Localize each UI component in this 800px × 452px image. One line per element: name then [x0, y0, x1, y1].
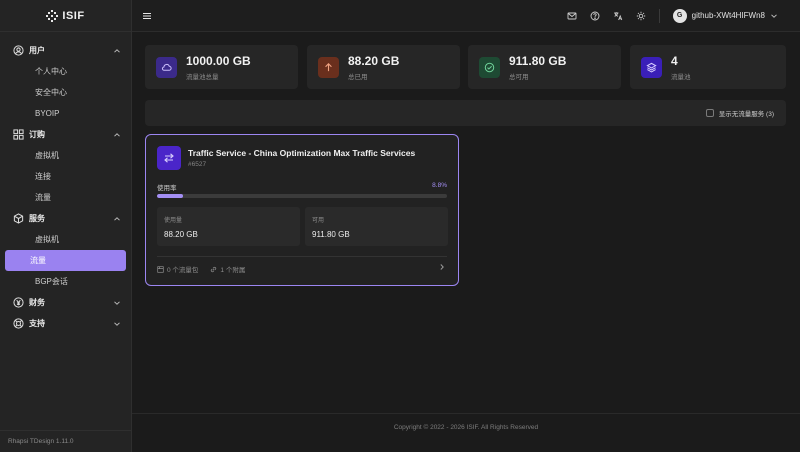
topbar-divider: [658, 8, 660, 23]
sidebar-group-label: 支持: [29, 319, 45, 328]
copyright: Copyright © 2022 - 2026 ISIF. All Rights…: [132, 413, 800, 431]
stat-icon-box: [318, 56, 339, 78]
stat-card-available: 911.80 GB 总可用: [468, 45, 621, 89]
menu-icon[interactable]: [142, 11, 152, 21]
sidebar-group-label: 财务: [29, 298, 45, 307]
service-title: Traffic Service - China Optimization Max…: [188, 148, 416, 158]
sidebar-item-security[interactable]: 安全中心: [5, 82, 126, 103]
logo-bar[interactable]: ISIF: [0, 0, 131, 32]
link-icon: [211, 266, 217, 272]
chevron-up-icon: [114, 132, 120, 137]
sidebar-item-order-traffic[interactable]: 流量: [5, 187, 126, 208]
avatar: G: [672, 8, 687, 23]
pool-count: 0 个流量包: [157, 264, 198, 274]
stat-card-used: 88.20 GB 总已用: [307, 45, 460, 89]
traffic-service-card[interactable]: Traffic Service - China Optimization Max…: [145, 134, 459, 286]
arrow-up-icon: [325, 62, 332, 71]
sidebar-item-service-traffic[interactable]: 流量: [5, 250, 126, 271]
sidebar-group-order[interactable]: 订购: [0, 124, 131, 145]
main-content: 1000.00 GB 流量池总量 88.20 GB 总已用 911.80 GB …: [132, 33, 800, 452]
translate-icon[interactable]: [613, 11, 623, 21]
service-id: #6527: [188, 161, 207, 168]
chevron-down-icon: [771, 13, 777, 18]
available-box: 可用 911.80 GB: [305, 207, 448, 246]
mail-icon[interactable]: [567, 11, 577, 21]
sidebar-group-finance[interactable]: 财务: [0, 292, 131, 313]
usage-progress-fill: [157, 194, 183, 198]
sidebar-item-byoip[interactable]: BYOIP: [5, 103, 126, 124]
sidebar-group-label: 服务: [29, 214, 45, 223]
attachment-count: 1 个附属: [210, 264, 245, 274]
version-footer: Rhapsi TDesign 1.11.0: [0, 430, 131, 452]
stat-value: 1000.00 GB: [186, 53, 251, 68]
swap-icon: [164, 153, 174, 163]
layers-icon: [646, 62, 657, 72]
package-icon: [157, 265, 164, 273]
chevron-up-icon: [114, 48, 120, 53]
user-circle-icon: [13, 45, 24, 56]
stat-icon-box: [156, 56, 177, 78]
grid-icon: [13, 129, 24, 140]
stat-card-total: 1000.00 GB 流量池总量: [145, 45, 298, 89]
sidebar-item-order-vm[interactable]: 虚拟机: [5, 145, 126, 166]
sidebar-item-profile[interactable]: 个人中心: [5, 61, 126, 82]
chevron-right-icon[interactable]: [438, 263, 446, 271]
sidebar-group-service[interactable]: 服务: [0, 208, 131, 229]
sidebar-group-user[interactable]: 用户: [0, 40, 131, 61]
topbar-actions: G github-XWt4HIFWn8: [567, 8, 800, 23]
card-divider: [157, 256, 447, 257]
service-icon-box: [157, 146, 181, 170]
sidebar-nav: 用户 个人中心 安全中心 BYOIP 订购 虚拟机 连接 流量 服务 虚拟机 流…: [0, 32, 131, 334]
show-empty-services-label[interactable]: 显示无流量服务 (3): [719, 108, 774, 118]
chevron-down-icon: [114, 300, 120, 305]
usage-progress-bar: [157, 194, 447, 198]
yen-icon: [13, 297, 24, 308]
used-box: 使用量 88.20 GB: [157, 207, 300, 246]
used-label: 使用量: [164, 218, 183, 224]
lifebuoy-icon: [13, 318, 24, 329]
topbar: G github-XWt4HIFWn8: [132, 0, 800, 32]
sidebar-item-service-vm[interactable]: 虚拟机: [5, 229, 126, 250]
sidebar-item-bgp-session[interactable]: BGP会话: [5, 271, 126, 292]
chevron-up-icon: [114, 216, 120, 221]
available-value: 911.80 GB: [312, 230, 350, 239]
check-circle-icon: [484, 62, 495, 72]
usage-label: 使用率: [157, 185, 177, 192]
stat-icon-box: [641, 56, 662, 78]
sidebar-item-order-connection[interactable]: 连接: [5, 166, 126, 187]
chevron-down-icon: [114, 321, 120, 326]
brand-name: ISIF: [62, 9, 85, 22]
sidebar-group-label: 订购: [29, 130, 45, 139]
stat-value: 4: [671, 53, 678, 68]
show-empty-services-checkbox[interactable]: [705, 109, 714, 117]
sun-icon[interactable]: [636, 11, 646, 21]
stat-value: 911.80 GB: [509, 53, 567, 68]
stat-label: 流量池总量: [186, 73, 219, 81]
sidebar-group-label: 用户: [29, 46, 45, 55]
help-icon[interactable]: [590, 11, 600, 21]
sidebar: ISIF 用户 个人中心 安全中心 BYOIP 订购 虚拟机 连接 流量 服务 …: [0, 0, 132, 452]
app-root: ISIF 用户 个人中心 安全中心 BYOIP 订购 虚拟机 连接 流量 服务 …: [0, 0, 800, 452]
stat-label: 总已用: [348, 73, 368, 81]
stat-label: 流量池: [671, 73, 691, 81]
cloud-icon: [161, 63, 172, 71]
stat-label: 总可用: [509, 73, 529, 81]
attachment-count-text: 1 个附属: [220, 267, 246, 274]
stat-value: 88.20 GB: [348, 53, 400, 68]
available-label: 可用: [312, 218, 325, 224]
filter-bar: 显示无流量服务 (3): [145, 100, 786, 126]
logo-icon: [46, 9, 59, 22]
card-footer: 0 个流量包 1 个附属: [157, 264, 245, 274]
usage-percent: 8.8%: [432, 182, 447, 189]
used-value: 88.20 GB: [164, 230, 198, 239]
stat-icon-box: [479, 56, 500, 78]
stat-card-pools: 4 流量池: [630, 45, 786, 89]
cube-icon: [13, 213, 24, 224]
sidebar-group-support[interactable]: 支持: [0, 313, 131, 334]
pool-count-text: 0 个流量包: [167, 267, 199, 274]
username: github-XWt4HIFWn8: [691, 11, 765, 20]
user-menu[interactable]: G github-XWt4HIFWn8: [672, 8, 778, 23]
